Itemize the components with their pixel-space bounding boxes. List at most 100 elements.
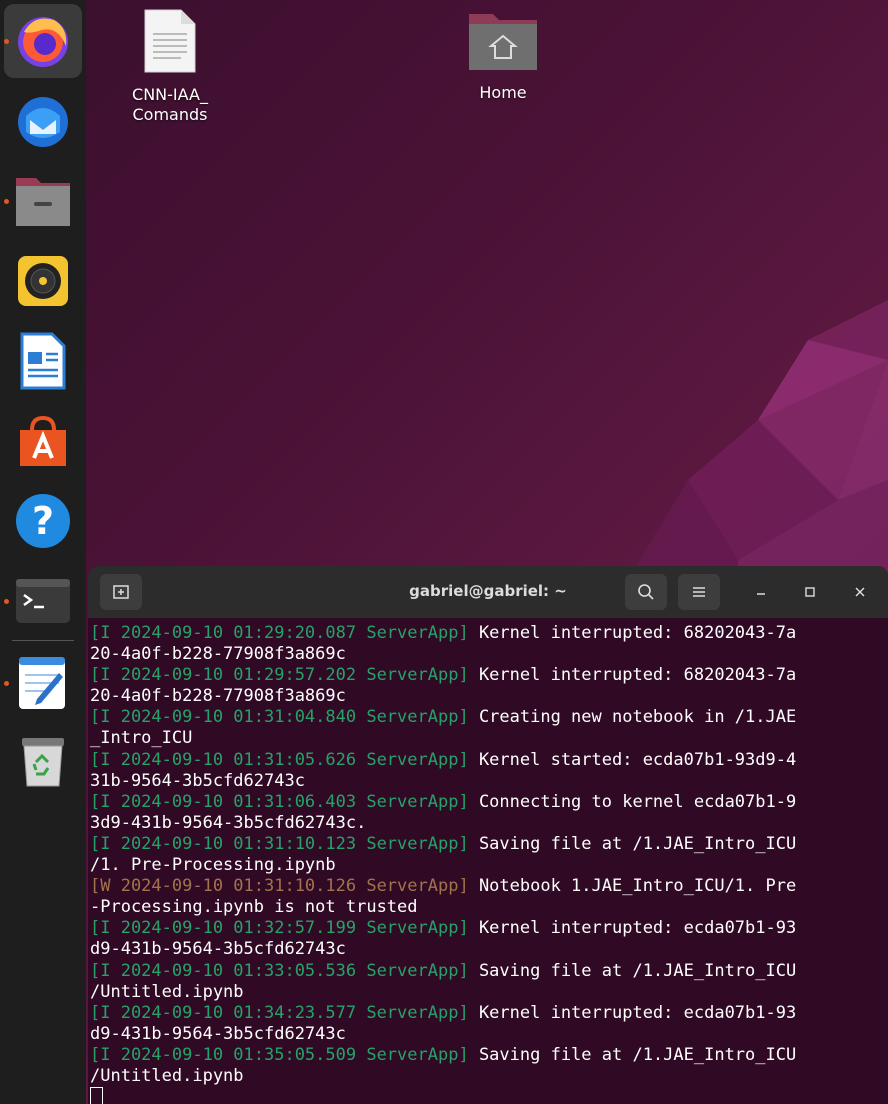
log-message: 20-4a0f-b228-77908f3a869c [90, 686, 346, 707]
desktop-icon-cnn-iaa-comands[interactable]: CNN-IAA_ Comands [115, 8, 225, 125]
text-editor-icon [19, 657, 65, 709]
running-indicator [4, 199, 9, 204]
terminal-line: _Intro_ICU [90, 728, 888, 749]
rhythmbox-icon [18, 256, 68, 306]
help-icon: ? [16, 494, 70, 548]
dock-item-terminal[interactable] [4, 564, 82, 638]
terminal-line: 31b-9564-3b5cfd62743c [90, 771, 888, 792]
log-message: Saving file at /1.JAE_Intro_ICU [468, 960, 797, 981]
log-message: _Intro_ICU [90, 728, 193, 749]
terminal-titlebar[interactable]: gabriel@gabriel: ~ [88, 566, 888, 618]
prompt-line[interactable] [90, 1087, 888, 1104]
terminal-line: 20-4a0f-b228-77908f3a869c [90, 644, 888, 665]
trash-icon [22, 738, 64, 787]
log-prefix: [I 2024-09-10 01:31:06.403 ServerApp] [90, 791, 469, 812]
terminal-line: [I 2024-09-10 01:29:57.202 ServerApp] Ke… [90, 665, 888, 686]
text-file-icon [144, 9, 196, 73]
log-message: Notebook 1.JAE_Intro_ICU/1. Pre [468, 876, 797, 897]
dock-item-libreoffice-writer[interactable] [4, 324, 82, 398]
terminal-window[interactable]: gabriel@gabriel: ~ [I 2024-09-10 01:29:2… [88, 566, 888, 1104]
dock-item-rhythmbox[interactable] [4, 244, 82, 318]
terminal-line: [I 2024-09-10 01:31:06.403 ServerApp] Co… [90, 792, 888, 813]
dock-item-trash[interactable] [4, 724, 82, 798]
log-prefix: [I 2024-09-10 01:34:23.577 ServerApp] [90, 1002, 469, 1023]
thunderbird-icon [18, 97, 68, 147]
files-icon [16, 178, 70, 226]
log-message: 3d9-431b-9564-3b5cfd62743c. [90, 812, 367, 833]
terminal-line: [I 2024-09-10 01:33:05.536 ServerApp] Sa… [90, 961, 888, 982]
dock-item-files[interactable] [4, 164, 82, 238]
log-prefix: [I 2024-09-10 01:33:05.536 ServerApp] [90, 960, 469, 981]
terminal-line: 20-4a0f-b228-77908f3a869c [90, 686, 888, 707]
log-prefix: [I 2024-09-10 01:35:05.509 ServerApp] [90, 1044, 469, 1065]
desktop-icon-home[interactable]: Home [448, 8, 558, 103]
search-icon [638, 584, 654, 600]
hamburger-menu-icon [693, 587, 705, 597]
home-folder-icon [469, 14, 537, 70]
log-prefix: [I 2024-09-10 01:31:04.840 ServerApp] [90, 707, 469, 728]
running-indicator [4, 39, 9, 44]
log-message: Kernel interrupted: 68202043-7a [468, 665, 797, 686]
app-center-icon [20, 415, 66, 466]
log-message: Connecting to kernel ecda07b1-9 [468, 791, 797, 812]
log-message: Creating new notebook in /1.JAE [468, 707, 797, 728]
dock-item-app-center[interactable] [4, 404, 82, 478]
dock-item-help[interactable]: ? [4, 484, 82, 558]
menu-button[interactable] [678, 574, 720, 610]
log-message: Kernel interrupted: 68202043-7a [468, 623, 797, 643]
terminal-line: /1. Pre-Processing.ipynb [90, 855, 888, 876]
libreoffice-writer-icon [20, 332, 66, 390]
log-message: /Untitled.ipynb [90, 981, 244, 1002]
dock-item-firefox[interactable] [4, 4, 82, 78]
log-prefix: [I 2024-09-10 01:31:05.626 ServerApp] [90, 749, 469, 770]
log-message: Saving file at /1.JAE_Intro_ICU [468, 833, 797, 854]
terminal-output[interactable]: [I 2024-09-10 01:29:20.087 ServerApp] Ke… [88, 618, 888, 1104]
dock-separator [12, 640, 74, 641]
terminal-line: -Processing.ipynb is not trusted [90, 897, 888, 918]
log-message: Kernel started: ecda07b1-93d9-4 [468, 749, 797, 770]
log-prefix: [I 2024-09-10 01:32:57.199 ServerApp] [90, 918, 469, 939]
log-message: -Processing.ipynb is not trusted [90, 897, 418, 918]
terminal-line: /Untitled.ipynb [90, 1066, 888, 1087]
svg-text:?: ? [32, 499, 54, 543]
log-message: Kernel interrupted: ecda07b1-93 [468, 918, 797, 939]
close-button[interactable] [849, 581, 871, 603]
minimize-icon [757, 593, 765, 595]
terminal-line: d9-431b-9564-3b5cfd62743c [90, 1024, 888, 1045]
terminal-line: d9-431b-9564-3b5cfd62743c [90, 939, 888, 960]
dock-item-text-editor[interactable] [4, 646, 82, 720]
desktop-icon-label: Home [479, 83, 527, 102]
log-message: /Untitled.ipynb [90, 1065, 244, 1086]
minimize-button[interactable] [750, 581, 772, 603]
terminal-line: [I 2024-09-10 01:29:20.087 ServerApp] Ke… [90, 623, 888, 644]
terminal-line: [I 2024-09-10 01:34:23.577 ServerApp] Ke… [90, 1003, 888, 1024]
terminal-line: [I 2024-09-10 01:32:57.199 ServerApp] Ke… [90, 918, 888, 939]
terminal-line: /Untitled.ipynb [90, 982, 888, 1003]
terminal-line: [I 2024-09-10 01:31:04.840 ServerApp] Cr… [90, 707, 888, 728]
desktop-icon-label: CNN-IAA_ Comands [132, 85, 208, 124]
dock: ? [0, 0, 86, 1104]
log-message: d9-431b-9564-3b5cfd62743c [90, 1023, 346, 1044]
log-message: 20-4a0f-b228-77908f3a869c [90, 644, 346, 665]
log-prefix: [I 2024-09-10 01:29:57.202 ServerApp] [90, 665, 469, 686]
log-message: 31b-9564-3b5cfd62743c [90, 770, 305, 791]
terminal-line: [W 2024-09-10 01:31:10.126 ServerApp] No… [90, 876, 888, 897]
search-button[interactable] [625, 574, 667, 610]
terminal-line: 3d9-431b-9564-3b5cfd62743c. [90, 813, 888, 834]
log-message: Kernel interrupted: ecda07b1-93 [468, 1002, 797, 1023]
wallpaper-polygon-decoration [628, 300, 888, 580]
log-prefix: [W 2024-09-10 01:31:10.126 ServerApp] [90, 876, 469, 897]
dock-item-thunderbird[interactable] [4, 84, 82, 158]
maximize-button[interactable] [799, 581, 821, 603]
log-message: Saving file at /1.JAE_Intro_ICU [468, 1044, 797, 1065]
log-prefix: [I 2024-09-10 01:31:10.123 ServerApp] [90, 833, 469, 854]
running-indicator [4, 681, 9, 686]
firefox-icon [18, 17, 68, 67]
close-icon [855, 587, 865, 597]
terminal-icon [16, 579, 70, 623]
text-cursor [90, 1087, 103, 1104]
terminal-line: [I 2024-09-10 01:35:05.509 ServerApp] Sa… [90, 1045, 888, 1066]
log-message: d9-431b-9564-3b5cfd62743c [90, 939, 346, 960]
log-message: /1. Pre-Processing.ipynb [90, 855, 336, 876]
running-indicator [4, 599, 9, 604]
